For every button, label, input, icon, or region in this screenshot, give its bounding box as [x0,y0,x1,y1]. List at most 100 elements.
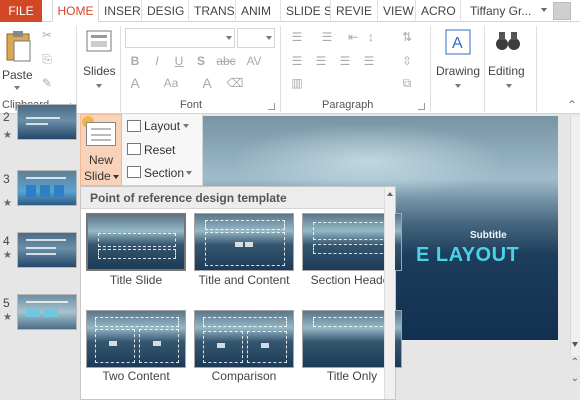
layout-icon [127,120,141,132]
bold-button[interactable]: B [128,54,142,68]
shapes-icon: A [445,29,471,55]
tab-file[interactable]: FILE [0,0,42,22]
character-spacing-button[interactable]: AV [244,54,264,68]
align-right-icon[interactable]: ☰ [336,54,354,68]
align-text-icon[interactable]: ⇳ [398,54,416,68]
layout-caption[interactable]: Two Content [81,369,191,383]
section-icon [127,166,141,178]
font-size-caret-icon[interactable] [266,36,272,40]
user-name[interactable]: Tiffany Gr... [470,0,531,22]
numbering-icon[interactable]: ☰ [318,30,336,44]
columns-icon[interactable]: ▥ [288,76,306,90]
tab-insert[interactable]: INSER [99,0,142,22]
binoculars-icon [496,32,520,50]
align-left-icon[interactable]: ☰ [288,54,306,68]
copy-icon[interactable]: ⎘ [38,52,56,66]
slide-thumbnail[interactable] [17,232,77,268]
vertical-scrollbar[interactable] [570,116,580,356]
transition-star-icon: ★ [3,198,12,209]
drawing-caret-icon [455,84,461,88]
shadow-button[interactable]: S [194,54,208,68]
tab-acrobat[interactable]: ACRO [416,0,461,22]
strikethrough-button[interactable]: abc [214,54,238,68]
italic-button[interactable]: I [150,54,164,68]
cut-icon[interactable]: ✂ [38,28,56,42]
clear-formatting-icon[interactable]: ⌫ [226,76,244,90]
slide-number: 2 [3,110,10,124]
previous-slide-icon[interactable]: ⌃ [570,356,580,370]
avatar[interactable] [553,2,571,20]
layout-thumbnail-comparison[interactable] [194,310,294,368]
text-direction-icon[interactable]: ⇅ [398,30,416,44]
paste-icon [6,31,31,62]
divider [484,26,485,112]
layout-button[interactable]: Layout [144,116,180,136]
new-slide-caret-icon [113,175,119,179]
slides-caret-icon [96,84,102,88]
align-center-icon[interactable]: ☰ [312,54,330,68]
slide-subtitle[interactable]: Subtitle [470,230,507,241]
collapse-ribbon-icon[interactable]: ⌃ [566,98,578,112]
layout-thumbnail-title-and-content[interactable] [194,213,294,271]
tab-transitions[interactable]: TRANS [189,0,236,22]
section-button[interactable]: Section [144,163,184,183]
transition-star-icon: ★ [3,130,12,141]
slide-thumbnail[interactable] [17,170,77,206]
editing-button[interactable]: Editing [486,26,534,96]
reset-button[interactable]: Reset [144,140,175,160]
tab-view[interactable]: VIEW [378,0,416,22]
decrease-indent-icon[interactable]: ⇤ [346,30,360,44]
tab-design[interactable]: DESIG [142,0,189,22]
slide-thumbnail[interactable] [17,104,77,140]
font-name-caret-icon[interactable] [226,36,232,40]
layout-caption[interactable]: Title and Content [189,273,299,287]
tab-slide-show[interactable]: SLIDE S [281,0,331,22]
divider [536,26,537,112]
gallery-scroll-up-icon[interactable] [387,192,393,196]
tab-animations[interactable]: ANIM [236,0,281,22]
grow-font-button[interactable]: A [200,76,214,90]
layout-caption[interactable]: Comparison [189,369,299,383]
slide-thumbnail-pane: 2 ★ 3 ★ 4 ★ 5 ★ [0,104,80,400]
slides-button[interactable]: Slides [80,26,118,96]
layout-thumbnail-title-slide[interactable] [86,213,186,271]
layout-caret-icon [183,124,189,128]
layout-thumbnail-two-content[interactable] [86,310,186,368]
format-painter-icon[interactable]: ✎ [38,76,56,90]
change-case-button[interactable]: Aa [160,76,182,90]
slide-number: 4 [3,234,10,248]
slide-title[interactable]: E LAYOUT [416,244,519,267]
layout-caption[interactable]: Title Slide [81,273,191,287]
tab-review[interactable]: REVIE [331,0,378,22]
divider [430,26,431,112]
font-launcher-icon[interactable] [268,103,275,110]
divider [76,26,77,112]
smartart-icon[interactable]: ⧉ [398,76,416,90]
transition-star-icon: ★ [3,250,12,261]
font-name-dropdown[interactable] [125,28,235,48]
gallery-title: Point of reference design template [90,191,287,205]
paste-caret-icon [14,86,20,90]
gallery-scrollbar[interactable] [384,187,395,399]
justify-icon[interactable]: ☰ [360,54,378,68]
paste-button[interactable]: Paste [2,26,34,96]
line-spacing-icon[interactable]: ↕ [364,30,378,44]
reset-icon [127,143,141,155]
slide-number: 5 [3,296,10,310]
drawing-button[interactable]: A Drawing [434,26,482,96]
font-group-label: Font [180,99,203,111]
underline-button[interactable]: U [172,54,186,68]
editing-label: Editing [488,64,525,78]
slides-label: Slides [83,64,116,78]
paragraph-launcher-icon[interactable] [418,103,425,110]
font-color-button[interactable]: A [128,76,142,90]
scroll-down-icon[interactable] [572,342,578,347]
tab-home[interactable]: HOME [52,0,99,22]
slide-thumbnail[interactable] [17,294,77,330]
transition-star-icon: ★ [3,312,12,323]
user-menu-caret-icon[interactable] [541,8,547,12]
next-slide-icon[interactable]: ⌄ [570,372,580,386]
bullets-icon[interactable]: ☰ [288,30,306,44]
ribbon-home: Paste ✂ ⎘ ✎ Clipboard Slides B I U S abc [0,22,580,114]
editing-caret-icon [506,84,512,88]
